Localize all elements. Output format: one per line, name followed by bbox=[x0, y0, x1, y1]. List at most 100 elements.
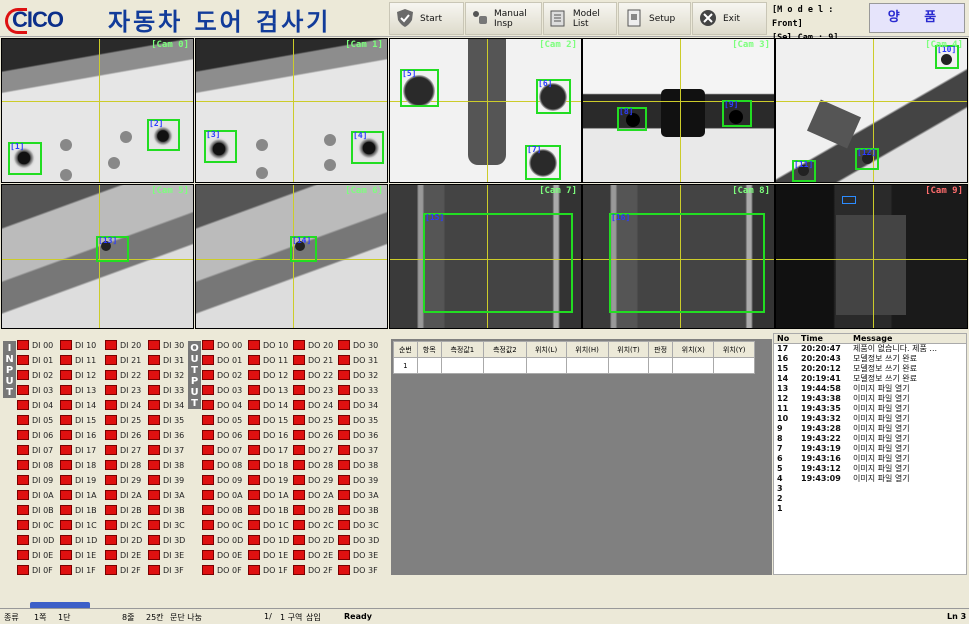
start-button[interactable]: Start bbox=[389, 2, 464, 35]
log-row[interactable]: 13 19:44:58 이미지 파일 열기 bbox=[774, 384, 966, 394]
do-label: DO 19 bbox=[263, 475, 289, 485]
camera-view-5[interactable]: [13] [Cam 5] bbox=[1, 184, 194, 329]
do-label: DO 09 bbox=[217, 475, 243, 485]
log-row[interactable]: 9 19:43:28 이미지 파일 열기 bbox=[774, 424, 966, 434]
status-insert: 삽입 bbox=[306, 613, 321, 622]
di-indicator: DI 00 bbox=[17, 338, 53, 352]
log-row[interactable]: 12 19:43:38 이미지 파일 열기 bbox=[774, 394, 966, 404]
led-icon bbox=[248, 355, 260, 365]
do-indicator: DO 06 bbox=[202, 428, 242, 442]
led-icon bbox=[293, 445, 305, 455]
do-indicator: DO 33 bbox=[338, 383, 378, 397]
log-row[interactable]: 6 19:43:16 이미지 파일 열기 bbox=[774, 454, 966, 464]
cico-logo: CICO bbox=[4, 3, 76, 35]
table-header[interactable]: 위치(X) bbox=[672, 341, 715, 358]
table-row[interactable]: 1 bbox=[393, 357, 755, 374]
di-indicator: DI 17 bbox=[60, 443, 96, 457]
led-icon bbox=[338, 565, 350, 575]
di-indicator: DI 1F bbox=[60, 563, 96, 577]
camera-view-1[interactable]: [3] [4] [Cam 1] bbox=[195, 38, 388, 183]
di-label: DI 27 bbox=[120, 445, 142, 455]
log-time: 19:43:35 bbox=[801, 404, 841, 413]
led-icon bbox=[105, 340, 117, 350]
camera-view-6[interactable]: [14] [Cam 6] bbox=[195, 184, 388, 329]
di-label: DI 03 bbox=[32, 385, 54, 395]
log-row[interactable]: 5 19:43:12 이미지 파일 열기 bbox=[774, 464, 966, 474]
table-header[interactable]: 측정값2 bbox=[483, 341, 527, 358]
status-column: 1단 bbox=[58, 613, 71, 622]
table-header[interactable]: 항목 bbox=[416, 341, 442, 358]
table-cell bbox=[525, 357, 567, 374]
log-row[interactable]: 3 bbox=[774, 484, 966, 494]
log-time bbox=[801, 484, 853, 494]
hand-icon bbox=[470, 8, 490, 30]
table-header[interactable]: 순번 bbox=[393, 341, 418, 358]
log-no: 1 bbox=[777, 504, 783, 513]
led-icon bbox=[60, 475, 72, 485]
di-indicator: DI 1B bbox=[60, 503, 97, 517]
di-label: DI 04 bbox=[32, 400, 54, 410]
result-panel: 순번 항목 측정값1 측정값2 위치(L) 위치(H) 위치(T) 판정 위치(X) 위치(Y) … bbox=[391, 339, 772, 575]
log-row[interactable]: 8 19:43:22 이미지 파일 열기 bbox=[774, 434, 966, 444]
led-icon bbox=[17, 565, 29, 575]
table-header[interactable]: 위치(L) bbox=[525, 341, 567, 358]
model-list-button[interactable]: Model List bbox=[543, 2, 617, 35]
exit-button[interactable]: Exit bbox=[692, 2, 767, 35]
log-row[interactable]: 11 19:43:35 이미지 파일 열기 bbox=[774, 404, 966, 414]
message-log[interactable]: No Time Message 17 20:20:47 제품이 없습니다. 제품 .… bbox=[773, 333, 967, 575]
di-indicator: DI 07 bbox=[17, 443, 53, 457]
di-indicator: DI 18 bbox=[60, 458, 96, 472]
di-indicator: DI 23 bbox=[105, 383, 141, 397]
di-label: DI 2B bbox=[120, 505, 142, 515]
do-label: DO 39 bbox=[353, 475, 379, 485]
log-row[interactable]: 7 19:43:19 이미지 파일 열기 bbox=[774, 444, 966, 454]
table-header[interactable]: 위치(H) bbox=[565, 341, 609, 358]
table-header[interactable]: 위치(Y) bbox=[713, 341, 755, 358]
do-indicator: DO 2C bbox=[293, 518, 334, 532]
do-label: DO 1D bbox=[263, 535, 290, 545]
setup-label: Setup bbox=[649, 13, 676, 24]
led-icon bbox=[148, 430, 160, 440]
camera-view-7[interactable]: [15] [Cam 7] bbox=[389, 184, 582, 329]
setup-button[interactable]: Setup bbox=[618, 2, 691, 35]
camera-view-4[interactable]: [10] [11] [12] [Cam 4] bbox=[775, 38, 968, 183]
manual-insp-button[interactable]: Manual Insp bbox=[465, 2, 542, 35]
log-row[interactable]: 1 bbox=[774, 504, 966, 514]
do-indicator: DO 3C bbox=[338, 518, 379, 532]
table-header[interactable]: 측정값1 bbox=[440, 341, 485, 358]
roi-label: [7] bbox=[527, 145, 542, 154]
do-indicator: DO 08 bbox=[202, 458, 242, 472]
camera-view-0[interactable]: [1] [2] [Cam 0] bbox=[1, 38, 194, 183]
log-row[interactable]: 2 bbox=[774, 494, 966, 504]
camera-view-8[interactable]: [16] [Cam 8] bbox=[582, 184, 775, 329]
roi-label: [14] bbox=[292, 236, 312, 245]
log-row[interactable]: 10 19:43:32 이미지 파일 열기 bbox=[774, 414, 966, 424]
do-indicator: DO 22 bbox=[293, 368, 333, 382]
do-label: DO 30 bbox=[353, 340, 379, 350]
log-row[interactable]: 16 20:20:43 모델정보 쓰기 완료 bbox=[774, 354, 966, 364]
log-row[interactable]: 14 20:19:41 모델정보 쓰기 완료 bbox=[774, 374, 966, 384]
result-table: 순번 항목 측정값1 측정값2 위치(L) 위치(H) 위치(T) 판정 위치(X) 위치(Y) … bbox=[393, 341, 755, 374]
table-header[interactable]: 위치(T) bbox=[607, 341, 650, 358]
log-no: 12 bbox=[777, 394, 789, 403]
camera-view-9[interactable]: [Cam 9] bbox=[775, 184, 968, 329]
do-label: DO 0D bbox=[217, 535, 244, 545]
judgement-status: 양 품 bbox=[869, 3, 965, 33]
do-indicator: DO 3F bbox=[338, 563, 378, 577]
do-indicator: DO 1B bbox=[248, 503, 289, 517]
di-label: DI 0F bbox=[32, 565, 53, 575]
camera-view-3[interactable]: [8] [9] [Cam 3] bbox=[582, 38, 775, 183]
do-label: DO 32 bbox=[353, 370, 379, 380]
do-indicator: DO 20 bbox=[293, 338, 333, 352]
log-row[interactable]: 4 19:43:09 이미지 파일 열기 bbox=[774, 474, 966, 484]
led-icon bbox=[148, 565, 160, 575]
log-no: 10 bbox=[777, 414, 789, 423]
camera-view-2[interactable]: [5] [6] [7] [Cam 2] bbox=[389, 38, 582, 183]
log-no: 8 bbox=[777, 434, 783, 443]
log-row[interactable]: 17 20:20:47 제품이 없습니다. 제품 ... bbox=[774, 344, 966, 354]
table-header[interactable]: 판정 bbox=[648, 341, 674, 358]
di-label: DI 10 bbox=[75, 340, 97, 350]
log-message: 이미지 파일 열기 bbox=[853, 444, 910, 453]
di-indicator: DI 27 bbox=[105, 443, 141, 457]
log-row[interactable]: 15 20:20:12 모델정보 쓰기 완료 bbox=[774, 364, 966, 374]
